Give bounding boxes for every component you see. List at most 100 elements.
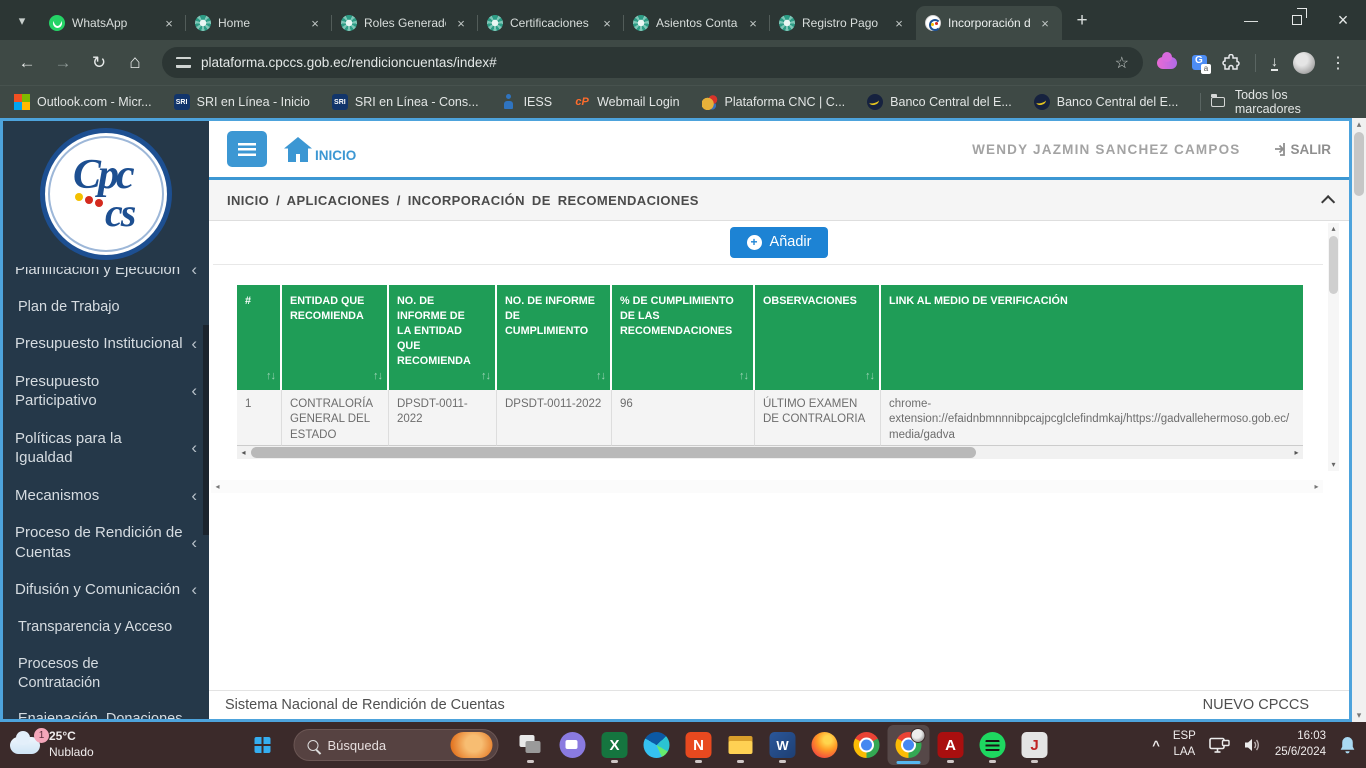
weather-widget[interactable]: 1 25°C Nublado <box>10 722 94 768</box>
taskbar-app[interactable] <box>720 725 762 765</box>
all-bookmarks[interactable]: Todos los marcadores <box>1200 88 1352 116</box>
tab-close-icon[interactable]: × <box>1037 16 1053 31</box>
taskbar-app[interactable] <box>972 725 1014 765</box>
network-icon[interactable] <box>1209 737 1230 754</box>
browser-tab[interactable]: Home × <box>186 6 332 40</box>
translate-icon[interactable] <box>1192 55 1207 70</box>
bookmark-item[interactable]: Banco Central del E... <box>1034 94 1179 110</box>
tab-close-icon[interactable]: × <box>891 16 907 31</box>
volume-icon[interactable] <box>1243 737 1262 753</box>
browser-menu-icon[interactable]: ⋮ <box>1330 53 1346 73</box>
sidebar-item[interactable]: Proceso de Rendición de Cuentas ‹ <box>3 514 209 571</box>
taskbar-app[interactable] <box>930 725 972 765</box>
outer-horizontal-scrollbar[interactable]: ◂ ▸ <box>211 480 1323 493</box>
extensions-puzzle-icon[interactable] <box>1222 54 1240 72</box>
page-vertical-scrollbar[interactable]: ▴ ▾ <box>1352 118 1366 722</box>
new-tab-button[interactable]: + <box>1068 7 1096 35</box>
sidebar-item[interactable]: Presupuesto Institucional ‹ <box>3 325 209 363</box>
taskbar-app[interactable] <box>1014 725 1056 765</box>
sidebar-item[interactable]: Presupuesto Participativo ‹ <box>3 363 209 420</box>
back-button[interactable]: ← <box>10 47 44 79</box>
browser-tab[interactable]: Roles Generados × <box>332 6 478 40</box>
bookmark-item[interactable]: Outlook.com - Micr... <box>14 94 152 110</box>
taskbar-app[interactable] <box>846 725 888 765</box>
taskbar-app[interactable] <box>804 725 846 765</box>
inner-vertical-scrollbar[interactable]: ▴ ▾ <box>1328 223 1339 471</box>
home-link[interactable]: INICIO <box>283 136 356 163</box>
bookmark-item[interactable]: SRI en Línea - Inicio <box>174 94 310 110</box>
profile-avatar[interactable] <box>1293 52 1315 74</box>
bookmark-item[interactable]: Banco Central del E... <box>867 94 1012 110</box>
collapse-chevron-icon[interactable] <box>1321 195 1335 209</box>
taskbar-app[interactable] <box>552 725 594 765</box>
hamburger-menu-button[interactable] <box>227 131 267 167</box>
taskbar-app[interactable] <box>762 725 804 765</box>
scroll-left-icon[interactable]: ◂ <box>237 446 250 459</box>
bookmark-item[interactable]: SRI en Línea - Cons... <box>332 94 479 110</box>
start-button[interactable] <box>243 725 283 765</box>
sort-icon[interactable]: ↑↓ <box>865 369 874 384</box>
sidebar-item[interactable]: Políticas para la Igualdad ‹ <box>3 420 209 477</box>
sidebar-item[interactable]: Mecanismos ‹ <box>3 477 209 515</box>
clock[interactable]: 16:0325/6/2024 <box>1275 729 1326 760</box>
scroll-left-icon[interactable]: ◂ <box>211 480 224 493</box>
scroll-up-icon[interactable]: ▴ <box>1328 223 1339 235</box>
downloads-icon[interactable]: ↓ <box>1271 54 1278 71</box>
sort-icon[interactable]: ↑↓ <box>596 369 605 384</box>
browser-tab[interactable]: Certificaciones × <box>478 6 624 40</box>
table-cell-link[interactable]: chrome-extension://efaidnbmnnnibpcajpcgl… <box>881 390 1303 446</box>
tab-search-button[interactable]: ▾ <box>8 7 36 35</box>
sidebar-item[interactable]: Plan de Trabajo ‹ <box>3 289 209 326</box>
scroll-right-icon[interactable]: ▸ <box>1310 480 1323 493</box>
scroll-down-icon[interactable]: ▾ <box>1352 710 1366 721</box>
restore-button[interactable] <box>1274 0 1320 40</box>
taskbar-app[interactable] <box>594 725 636 765</box>
browser-tab[interactable]: WhatsApp × <box>40 6 186 40</box>
site-settings-icon[interactable] <box>176 57 191 68</box>
scroll-up-icon[interactable]: ▴ <box>1352 119 1366 130</box>
taskbar-app[interactable] <box>510 725 552 765</box>
table-header-cell[interactable]: ENTIDAD QUE RECOMIENDA ↑↓ <box>282 285 389 390</box>
tab-close-icon[interactable]: × <box>745 16 761 31</box>
table-header-cell[interactable]: % DE CUMPLIMIENTO DE LAS RECOMENDACIONES… <box>612 285 755 390</box>
scrollbar-thumb[interactable] <box>251 447 976 458</box>
table-header-cell[interactable]: OBSERVACIONES ↑↓ <box>755 285 881 390</box>
table-header-cell[interactable]: LINK AL MEDIO DE VERIFICACIÓN ↑↓ <box>881 285 1303 390</box>
browser-tab[interactable]: Incorporación de × <box>916 6 1062 40</box>
browser-tab[interactable]: Asientos Contab × <box>624 6 770 40</box>
logout-button[interactable]: SALIR <box>1269 142 1332 157</box>
sidebar-item[interactable]: Enajenación, Donaciones y Expropiaciones… <box>3 701 209 719</box>
sidebar-item[interactable]: Difusión y Comunicación ‹ <box>3 571 209 609</box>
table-header-cell[interactable]: # ↑↓ <box>237 285 282 390</box>
reload-button[interactable]: ↻ <box>82 47 116 79</box>
bookmark-item[interactable]: Plataforma CNC | C... <box>702 94 846 110</box>
hidden-icons-chevron[interactable]: ^ <box>1152 738 1160 753</box>
scroll-down-icon[interactable]: ▾ <box>1328 459 1339 471</box>
browser-tab[interactable]: Registro Pago × <box>770 6 916 40</box>
bookmark-item[interactable]: Webmail Login <box>574 94 679 110</box>
table-header-cell[interactable]: NO. DE INFORME DE LA ENTIDAD QUE RECOMIE… <box>389 285 497 390</box>
close-button[interactable]: × <box>1320 0 1366 40</box>
tab-close-icon[interactable]: × <box>307 16 323 31</box>
weather-extension-icon[interactable] <box>1157 57 1177 69</box>
tab-close-icon[interactable]: × <box>453 16 469 31</box>
taskbar-search[interactable]: Búsqueda <box>294 729 499 761</box>
url-bar[interactable]: plataforma.cpccs.gob.ec/rendicioncuentas… <box>162 47 1143 78</box>
add-button[interactable]: + Añadir <box>730 227 829 258</box>
sidebar-scrollbar-thumb[interactable] <box>203 325 209 535</box>
sidebar-item[interactable]: Transparencia y Acceso ‹ <box>3 609 209 646</box>
taskbar-app[interactable] <box>888 725 930 765</box>
scroll-right-icon[interactable]: ▸ <box>1290 446 1303 459</box>
taskbar-app[interactable] <box>636 725 678 765</box>
bookmark-item[interactable]: IESS <box>501 94 553 110</box>
sidebar-item[interactable]: Procesos de Contratación ‹ <box>3 646 209 702</box>
browser-home-button[interactable]: ⌂ <box>118 47 152 79</box>
bookmark-star-icon[interactable]: ☆ <box>1115 53 1129 73</box>
sort-icon[interactable]: ↑↓ <box>266 369 275 384</box>
keyboard-language[interactable]: ESPLAA <box>1173 729 1196 760</box>
scrollbar-thumb[interactable] <box>1354 132 1364 196</box>
tab-close-icon[interactable]: × <box>599 16 615 31</box>
table-header-cell[interactable]: NO. DE INFORME DE CUMPLIMIENTO ↑↓ <box>497 285 612 390</box>
sort-icon[interactable]: ↑↓ <box>739 369 748 384</box>
notification-bell-icon[interactable] <box>1339 736 1356 755</box>
